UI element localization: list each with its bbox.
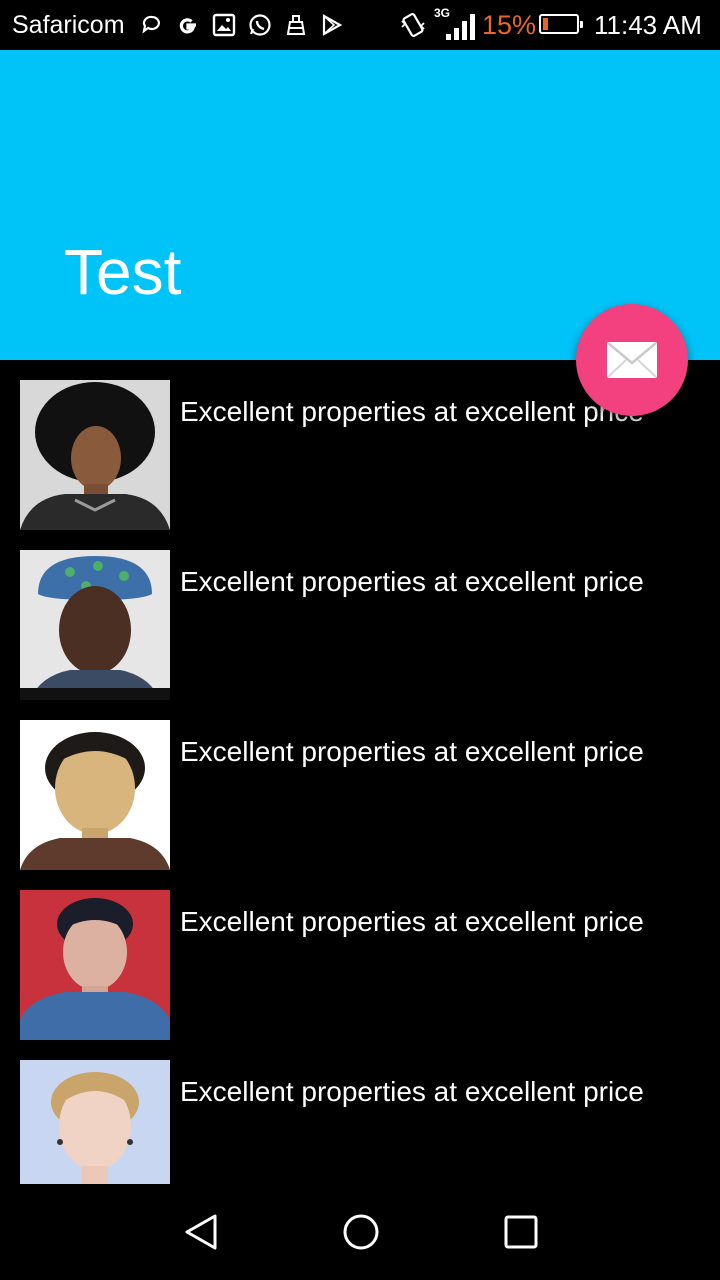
status-bar: Safaricom 3G 15% 11:43 AM [0, 0, 720, 50]
back-button[interactable] [181, 1212, 221, 1252]
chat-bubble-icon [140, 13, 164, 37]
vibrate-icon [398, 10, 428, 40]
whatsapp-icon [248, 13, 272, 37]
list-item[interactable]: Excellent properties at excellent price [0, 720, 720, 870]
portrait-photo [20, 550, 170, 700]
property-list[interactable]: Excellent properties at excellent price … [0, 380, 720, 1184]
list-item[interactable]: Excellent properties at excellent price [0, 890, 720, 1040]
list-item-text: Excellent properties at excellent price [180, 396, 644, 427]
list-item[interactable]: Excellent properties at excellent price [0, 550, 720, 700]
home-icon [342, 1213, 380, 1251]
navigation-bar [0, 1184, 720, 1280]
battery-level [543, 18, 548, 30]
list-item-text: Excellent properties at excellent price [180, 1076, 644, 1107]
portrait-photo [20, 890, 170, 1040]
list-item-text: Excellent properties at excellent price [180, 906, 644, 937]
mail-icon [606, 341, 658, 379]
google-icon [176, 13, 200, 37]
back-icon [183, 1213, 219, 1251]
notification-icons [140, 11, 344, 39]
cleaner-icon [284, 13, 308, 37]
battery-percent: 15% [482, 10, 537, 40]
portrait-photo [20, 1060, 170, 1184]
list-item-text: Excellent properties at excellent price [180, 736, 644, 767]
compose-mail-button[interactable] [576, 304, 688, 416]
signal-icon: 3G [432, 6, 476, 42]
screen: Safaricom 3G 15% 11:43 AM Test Excellent… [0, 0, 720, 1280]
portrait-photo [20, 720, 170, 870]
carrier-name: Safaricom [12, 11, 125, 39]
recents-icon [503, 1214, 539, 1250]
network-type: 3G [434, 6, 451, 20]
play-store-icon [320, 13, 344, 37]
system-icons: 3G [398, 6, 476, 42]
clock: 11:43 AM [594, 10, 702, 40]
recents-button[interactable] [501, 1212, 541, 1252]
list-item-text: Excellent properties at excellent price [180, 566, 644, 597]
image-icon [212, 13, 236, 37]
battery-icon [539, 14, 583, 34]
list-item[interactable]: Excellent properties at excellent price [0, 1060, 720, 1184]
portrait-photo [20, 380, 170, 530]
app-title: Test [64, 236, 182, 308]
home-button[interactable] [341, 1212, 381, 1252]
